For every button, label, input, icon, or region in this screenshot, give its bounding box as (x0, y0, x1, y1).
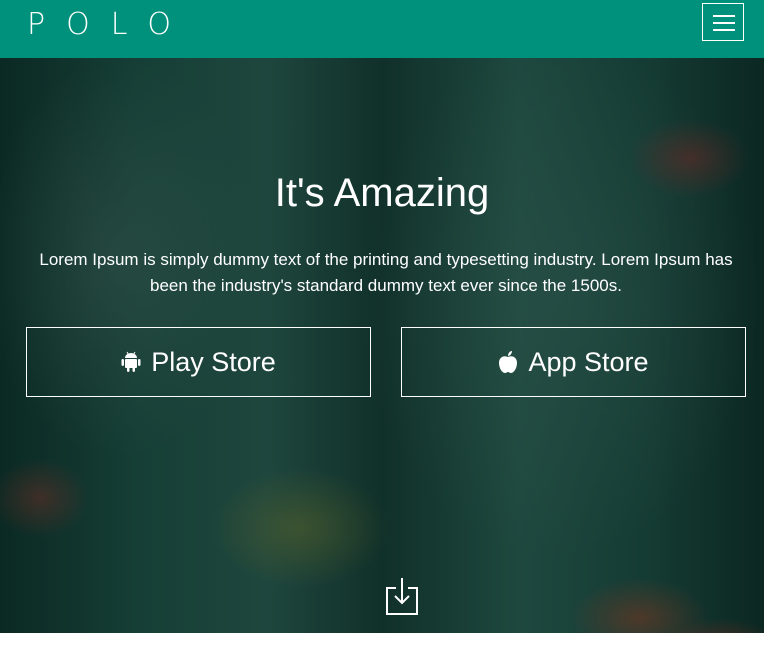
hero-section: It's Amazing Lorem Ipsum is simply dummy… (0, 58, 764, 633)
app-store-button[interactable]: App Store (401, 327, 746, 397)
android-icon (121, 351, 141, 373)
download-arrow-icon (385, 578, 419, 620)
play-store-button[interactable]: Play Store (26, 327, 371, 397)
hero-title: It's Amazing (274, 171, 490, 215)
scroll-down-button[interactable] (385, 576, 419, 616)
play-store-label: Play Store (151, 346, 276, 377)
top-navbar: POLO (0, 0, 764, 58)
logo[interactable]: POLO (27, 10, 192, 40)
app-store-label: App Store (528, 346, 649, 377)
apple-icon (498, 350, 518, 374)
hero-description: Lorem Ipsum is simply dummy text of the … (39, 250, 733, 295)
menu-button[interactable] (702, 3, 744, 41)
